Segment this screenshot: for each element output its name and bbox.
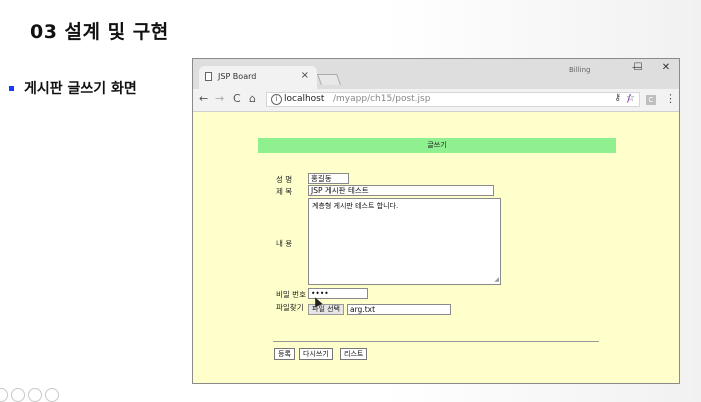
page-viewport: 글쓰기 성 명 홍길동 제 목 JSP 게시판 테스트 내 용 계층형 게시판 … [193,112,679,383]
maximize-button-visible[interactable]: ☐ [628,62,648,73]
password-label: 비밀 번호 [276,290,306,299]
close-tab-icon[interactable]: × [301,70,309,81]
url-host: localhost [284,94,325,104]
subject-input[interactable]: JSP 게시판 테스트 [308,185,494,196]
content-text: 계층형 게시판 테스트 합니다. [312,202,399,210]
file-name: arg.txt [350,305,376,314]
name-input[interactable]: 홍길동 [308,173,349,184]
close-window-button[interactable]: ✕ [656,62,676,73]
submit-button[interactable]: 등록 [274,348,295,360]
address-bar[interactable]: i localhost /myapp/ch15/post.jsp ⚷ ☆ [266,92,640,107]
extension-icon[interactable]: C [646,95,656,105]
name-label: 성 명 [276,175,293,184]
url-path: /myapp/ch15/post.jsp [333,94,431,104]
reload-icon[interactable]: C [233,92,241,105]
bullet-text: 게시판 글쓰기 화면 [24,81,137,97]
browser-window: JSP Board × Billing — ☐ ☐ ☐ ✕ ← → C ⌂ i … [192,58,680,384]
slide-nav-dot[interactable] [0,388,8,402]
file-select-button[interactable]: 파일 선택 [308,304,344,315]
slide-nav-dot[interactable] [28,388,42,402]
slide-nav [0,388,59,402]
document-icon [205,72,212,81]
content-label: 내 용 [276,239,293,248]
back-icon[interactable]: ← [199,92,208,105]
divider [273,341,599,342]
info-icon[interactable]: i [271,94,282,105]
content-textarea[interactable]: 계층형 게시판 테스트 합니다. ◢ [308,198,501,285]
key-icon[interactable]: ⚷ [614,93,621,103]
rewrite-button[interactable]: 다시쓰기 [299,348,333,360]
home-icon[interactable]: ⌂ [249,92,256,105]
form-header: 글쓰기 [258,138,616,153]
browser-tab[interactable]: JSP Board × [199,66,317,89]
subject-label: 제 목 [276,187,293,196]
file-input-box[interactable]: arg.txt [347,304,451,315]
toolbar: ← → C ⌂ i localhost /myapp/ch15/post.jsp… [193,89,679,112]
slide-title: 03 설계 및 구현 [30,21,169,43]
tab-title: JSP Board [218,72,257,81]
title-bar: JSP Board × Billing — ☐ ☐ ☐ ✕ [193,59,679,89]
slide-nav-dot[interactable] [45,388,59,402]
resize-grip-icon[interactable]: ◢ [494,276,499,283]
menu-icon[interactable]: ⋮ [665,92,676,105]
slide-nav-dot[interactable] [11,388,25,402]
forward-icon[interactable]: → [215,92,224,105]
pen-extension-icon[interactable]: / [627,92,631,105]
list-button[interactable]: 리스트 [340,348,368,360]
new-tab-button[interactable] [316,74,342,85]
bullet-marker [9,86,14,91]
file-label: 파일찾기 [276,303,304,312]
user-label[interactable]: Billing [569,66,590,74]
